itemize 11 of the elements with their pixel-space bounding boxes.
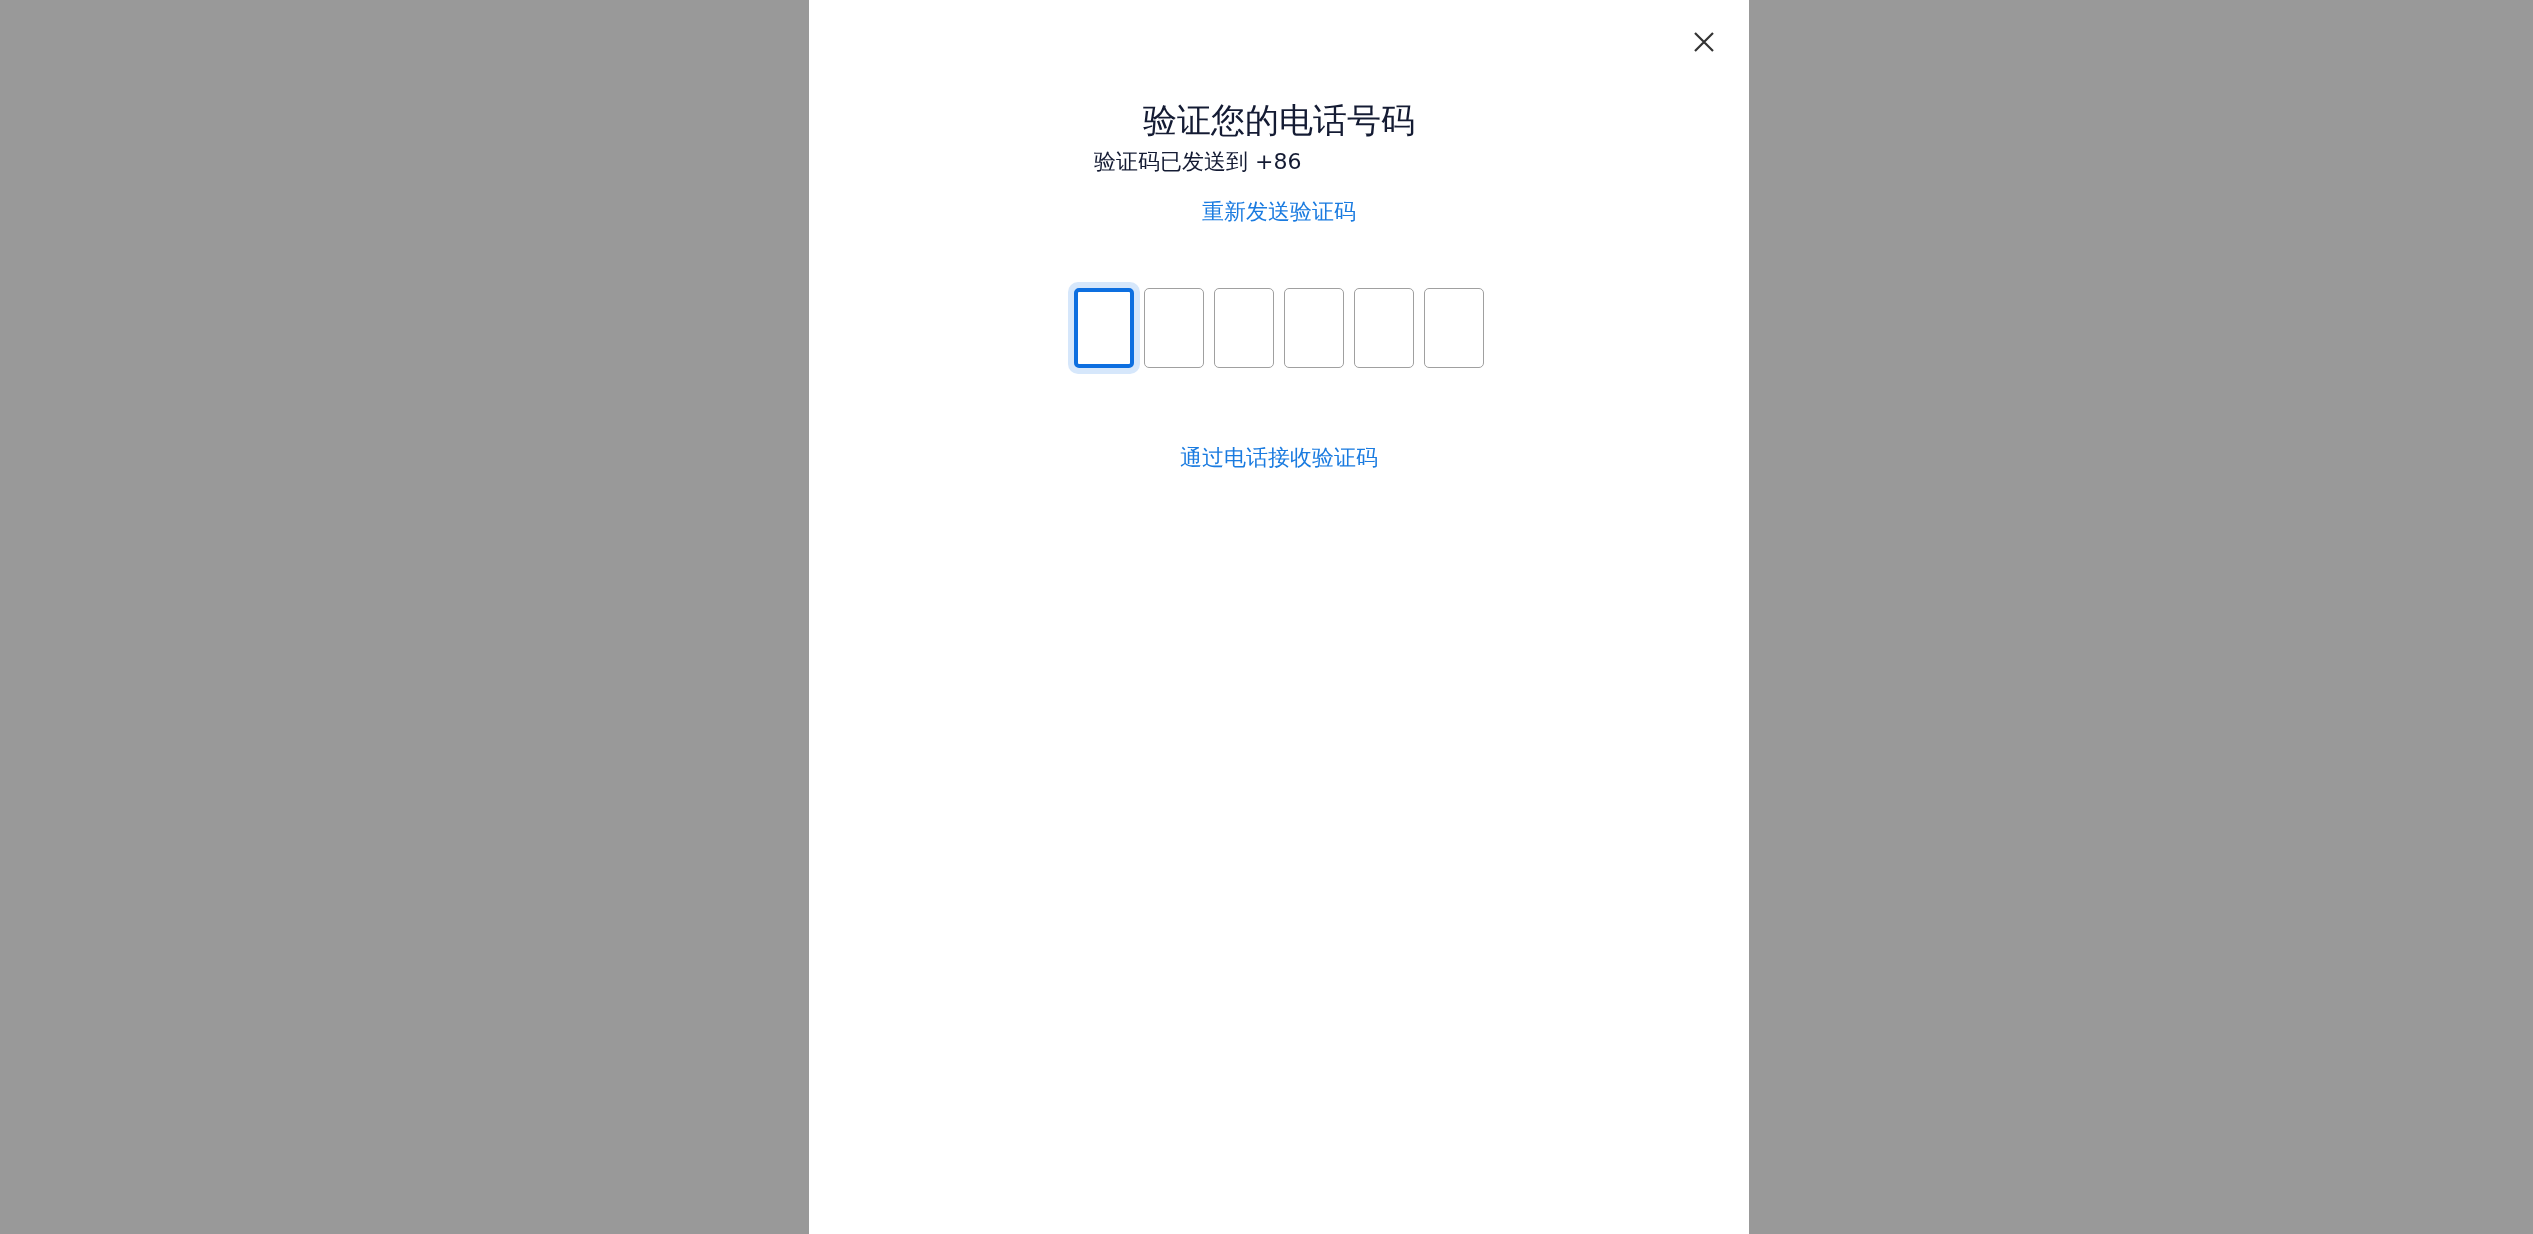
code-input-field[interactable] (1284, 288, 1344, 368)
code-input-field[interactable] (1074, 288, 1134, 368)
code-input-field[interactable] (1424, 288, 1484, 368)
close-icon[interactable] (1693, 31, 1715, 53)
resend-link[interactable]: 重新发送验证码 (1202, 196, 1356, 228)
sent-message: 验证码已发送到 +86 (1094, 148, 1302, 176)
code-input-field[interactable] (1144, 288, 1204, 368)
code-input-field[interactable] (1214, 288, 1274, 368)
dialog-title: 验证您的电话号码 (1143, 99, 1415, 142)
code-input-field[interactable] (1354, 288, 1414, 368)
call-link[interactable]: 通过电话接收验证码 (1180, 442, 1378, 474)
